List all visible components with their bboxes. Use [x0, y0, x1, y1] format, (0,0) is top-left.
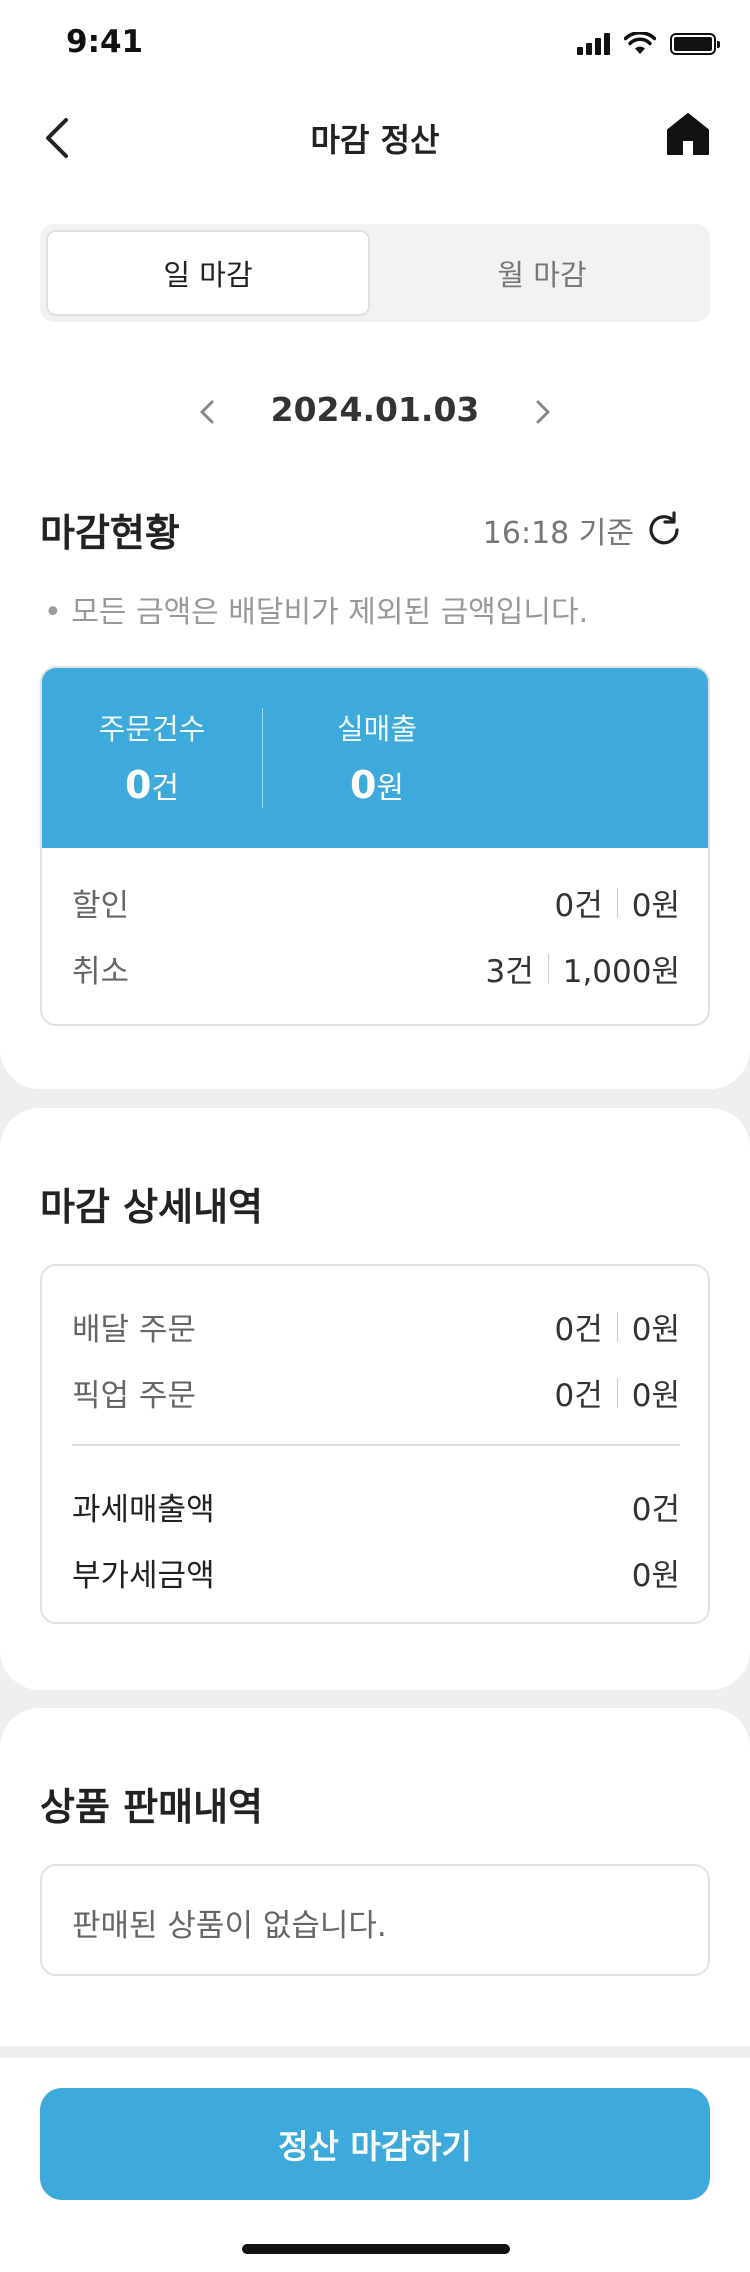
vat-value: 0원	[631, 1558, 680, 1594]
pickup-order-label: 픽업 주문	[72, 1378, 196, 1414]
cancel-row: 취소 3건 1,000원	[72, 946, 680, 990]
products-empty-text: 판매된 상품이 없습니다.	[72, 1908, 387, 1944]
discount-count: 0건	[554, 888, 603, 924]
net-sales-label: 실매출	[336, 712, 418, 746]
discount-amount: 0원	[631, 888, 680, 924]
battery-icon	[670, 33, 720, 55]
summary-card-header: 주문건수 0건 실매출 0원	[42, 668, 708, 848]
home-icon[interactable]	[664, 110, 712, 158]
vat-row: 부가세금액 0원	[72, 1550, 680, 1594]
date-next-icon[interactable]	[528, 392, 558, 432]
detail-section-title: 마감 상세내역	[40, 1185, 263, 1229]
taxable-sales-value: 0건	[631, 1492, 680, 1528]
updated-time: 16:18 기준	[483, 508, 684, 552]
delivery-order-row: 배달 주문 0건 0원	[72, 1304, 680, 1348]
close-settlement-button[interactable]: 정산 마감하기	[40, 2088, 710, 2200]
pickup-order-count: 0건	[554, 1378, 603, 1414]
net-sales-value: 0	[349, 763, 377, 807]
discount-row: 할인 0건 0원	[72, 880, 680, 924]
taxable-sales-row: 과세매출액 0건	[72, 1484, 680, 1528]
pickup-order-row: 픽업 주문 0건 0원	[72, 1370, 680, 1414]
selected-date: 2024.01.03	[270, 390, 480, 429]
refresh-icon[interactable]	[644, 510, 684, 550]
status-time: 9:41	[66, 24, 144, 60]
taxable-sales-label: 과세매출액	[72, 1492, 215, 1528]
updated-time-label: 16:18 기준	[482, 516, 634, 551]
status-icons	[577, 32, 720, 56]
cancel-label: 취소	[72, 954, 130, 990]
delivery-order-count: 0건	[554, 1312, 603, 1348]
products-section-title: 상품 판매내역	[40, 1785, 263, 1829]
vat-label: 부가세금액	[72, 1558, 215, 1594]
delivery-order-amount: 0원	[631, 1312, 680, 1348]
net-sales-block: 실매출 0원	[262, 668, 492, 848]
cancel-count: 3건	[485, 954, 534, 990]
order-count-block: 주문건수 0건	[42, 668, 262, 848]
delivery-order-label: 배달 주문	[72, 1312, 196, 1348]
pickup-order-amount: 0원	[631, 1378, 680, 1414]
detail-divider	[72, 1444, 680, 1446]
order-count-value: 0	[124, 763, 152, 807]
tab-monthly[interactable]: 월 마감	[380, 230, 704, 316]
home-indicator	[242, 2244, 510, 2254]
cancel-amount: 1,000원	[562, 954, 680, 990]
signal-icon	[577, 33, 610, 55]
period-tabs: 일 마감 월 마감	[40, 224, 710, 322]
summary-card: 주문건수 0건 실매출 0원 할인 0건 0원 취소 3건 1,000원	[40, 666, 710, 1026]
order-count-unit: 건	[151, 771, 180, 806]
wifi-icon	[624, 32, 656, 54]
amount-note: • 모든 금액은 배달비가 제외된 금액입니다.	[44, 595, 589, 630]
detail-card: 배달 주문 0건 0원 픽업 주문 0건 0원 과세매출액 0건 부가세금액 0원	[40, 1264, 710, 1624]
discount-label: 할인	[72, 888, 130, 924]
status-section-title: 마감현황	[40, 511, 180, 555]
products-empty-box: 판매된 상품이 없습니다.	[40, 1864, 710, 1976]
page-title: 마감 정산	[310, 121, 440, 159]
net-sales-unit: 원	[376, 771, 405, 806]
order-count-label: 주문건수	[98, 712, 206, 746]
tab-daily[interactable]: 일 마감	[46, 230, 370, 316]
